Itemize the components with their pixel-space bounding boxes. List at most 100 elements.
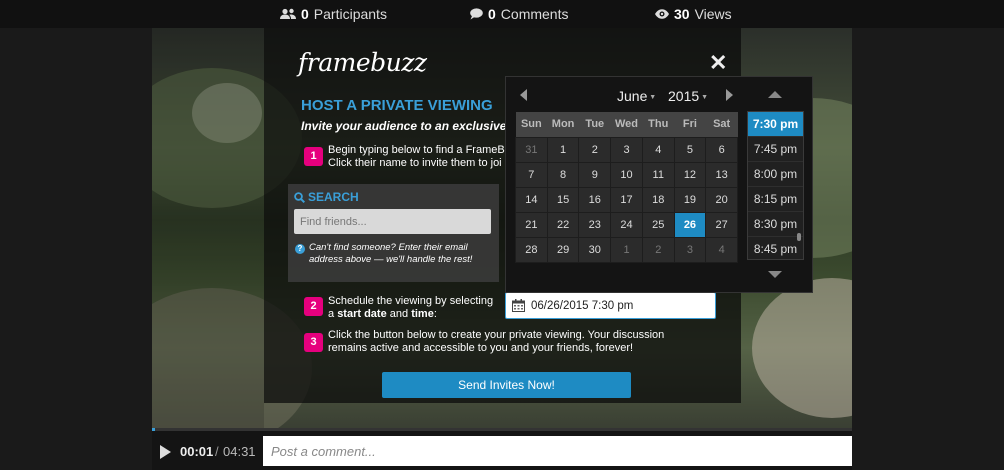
step-3-badge: 3 bbox=[304, 333, 323, 352]
progress-bar[interactable] bbox=[152, 428, 852, 431]
calendar-day[interactable]: 22 bbox=[546, 211, 580, 238]
time-list-scrollbar[interactable] bbox=[797, 233, 801, 241]
calendar-day[interactable]: 14 bbox=[515, 186, 548, 213]
step-2-line-2: a start date and time: bbox=[328, 308, 503, 321]
calendar-day[interactable]: 2 bbox=[578, 136, 612, 163]
calendar-day[interactable]: 30 bbox=[578, 236, 612, 263]
calendar-day[interactable]: 6 bbox=[705, 136, 738, 163]
step-2-prefix: a bbox=[328, 308, 338, 320]
participants-count: 0 bbox=[301, 6, 309, 22]
users-icon bbox=[280, 8, 296, 19]
calendar-day[interactable]: 8 bbox=[546, 161, 580, 188]
time-option[interactable]: 8:15 pm bbox=[748, 187, 803, 212]
close-icon[interactable]: ✕ bbox=[709, 52, 727, 74]
time-option[interactable]: 7:45 pm bbox=[748, 137, 803, 162]
calendar-grid: Sun Mon Tue Wed Thu Fri Sat 31 1 2 3 4 5 6 7 8 9 10 11 12 1… bbox=[515, 112, 738, 263]
calendar-day[interactable]: 13 bbox=[705, 161, 738, 188]
calendar-week: 28 29 30 1 2 3 4 bbox=[515, 236, 738, 263]
calendar-day[interactable]: 9 bbox=[578, 161, 612, 188]
calendar-day[interactable]: 23 bbox=[578, 211, 612, 238]
calendar-day[interactable]: 21 bbox=[515, 211, 548, 238]
top-stats-bar: 0 Participants 0 Comments 30 Views bbox=[0, 0, 1004, 28]
time-separator: / bbox=[215, 444, 219, 459]
calendar-day[interactable]: 15 bbox=[546, 186, 580, 213]
calendar-day[interactable]: 5 bbox=[673, 136, 707, 163]
calendar-day[interactable]: 4 bbox=[641, 136, 675, 163]
calendar-day[interactable]: 20 bbox=[705, 186, 738, 213]
comments-stat: 0 Comments bbox=[470, 6, 568, 22]
step-2-badge: 2 bbox=[304, 297, 323, 316]
calendar-day[interactable]: 31 bbox=[515, 136, 548, 163]
time-option[interactable]: 8:30 pm bbox=[748, 212, 803, 237]
calendar-day[interactable]: 1 bbox=[610, 236, 643, 263]
framebuzz-logo: framebuzz bbox=[298, 48, 427, 77]
modal-intro: Invite your audience to an exclusive, li… bbox=[301, 119, 511, 133]
time-option[interactable]: 8:00 pm bbox=[748, 162, 803, 187]
calendar-day[interactable]: 27 bbox=[705, 211, 738, 238]
time-option[interactable]: 7:30 pm bbox=[748, 112, 803, 137]
eye-icon bbox=[655, 9, 669, 19]
step-3-line-2: remains active and accessible to you and… bbox=[328, 342, 634, 354]
calendar-day[interactable]: 12 bbox=[673, 161, 707, 188]
next-month-icon[interactable] bbox=[726, 89, 733, 101]
date-time-field[interactable]: 06/26/2015 7:30 pm bbox=[505, 292, 716, 319]
progress-fill bbox=[152, 428, 155, 431]
calendar-body: 31 1 2 3 4 5 6 7 8 9 10 11 12 13 14 15 16 17 18 19 20 21 22 23 2… bbox=[515, 136, 738, 263]
month-select[interactable]: June ▼ bbox=[617, 88, 656, 104]
calendar-day[interactable]: 25 bbox=[641, 211, 675, 238]
send-invites-button[interactable]: Send Invites Now! bbox=[382, 372, 631, 398]
calendar-day[interactable]: 17 bbox=[610, 186, 643, 213]
views-count: 30 bbox=[674, 6, 690, 22]
year-select[interactable]: 2015 ▼ bbox=[668, 88, 708, 104]
step-3-line-1: Click the button below to create your pr… bbox=[328, 329, 665, 341]
calendar-day[interactable]: 18 bbox=[641, 186, 675, 213]
calendar-day[interactable]: 29 bbox=[546, 236, 580, 263]
views-label: Views bbox=[694, 6, 732, 22]
weekday-header: Wed bbox=[610, 112, 643, 137]
step-1-line-1: Begin typing below to find a FrameB bbox=[328, 144, 505, 156]
date-time-value: 06/26/2015 7:30 pm bbox=[531, 299, 634, 312]
calendar-day[interactable]: 19 bbox=[673, 186, 707, 213]
year-value: 2015 bbox=[668, 88, 700, 104]
comments-label: Comments bbox=[500, 6, 569, 22]
date-time-picker: June ▼ 2015 ▼ Sun Mon Tue Wed Thu Fri Sat 31 1 2… bbox=[505, 76, 813, 293]
weekday-row: Sun Mon Tue Wed Thu Fri Sat bbox=[515, 112, 738, 137]
time-list: 7:30 pm 7:45 pm 8:00 pm 8:15 pm 8:30 pm 8:45 … bbox=[747, 111, 804, 260]
calendar-day[interactable]: 26 bbox=[673, 211, 707, 238]
search-panel: SEARCH ? Can't find someone? Enter their… bbox=[288, 184, 499, 282]
step-2-suffix: : bbox=[433, 308, 437, 320]
time-option[interactable]: 8:45 pm bbox=[748, 237, 803, 259]
calendar-day[interactable]: 3 bbox=[610, 136, 643, 163]
search-input[interactable] bbox=[294, 209, 491, 234]
calendar-week: 14 15 16 17 18 19 20 bbox=[515, 186, 738, 213]
calendar-day[interactable]: 1 bbox=[546, 136, 580, 163]
month-caret-icon: ▼ bbox=[647, 93, 657, 101]
time-scroll-down-icon[interactable] bbox=[768, 271, 782, 278]
comment-input[interactable] bbox=[263, 436, 852, 466]
time-scroll-up-icon[interactable] bbox=[768, 91, 782, 98]
calendar-week: 31 1 2 3 4 5 6 bbox=[515, 136, 738, 163]
calendar-week: 7 8 9 10 11 12 13 bbox=[515, 161, 738, 188]
calendar-day[interactable]: 24 bbox=[610, 211, 643, 238]
step-2-mid: and bbox=[386, 308, 412, 320]
calendar-day[interactable]: 28 bbox=[515, 236, 548, 263]
calendar-day[interactable]: 7 bbox=[515, 161, 548, 188]
video-frame-figure-right bbox=[752, 278, 852, 418]
calendar-day[interactable]: 3 bbox=[673, 236, 707, 263]
help-icon: ? bbox=[295, 244, 305, 254]
calendar-day[interactable]: 4 bbox=[705, 236, 738, 263]
search-icon bbox=[294, 191, 305, 203]
calendar-day[interactable]: 16 bbox=[578, 186, 612, 213]
step-1-text: Begin typing below to find a FrameB Clic… bbox=[328, 144, 508, 170]
calendar-day[interactable]: 10 bbox=[610, 161, 643, 188]
participants-label: Participants bbox=[313, 6, 387, 22]
play-icon[interactable] bbox=[160, 445, 171, 459]
calendar-week: 21 22 23 24 25 26 27 bbox=[515, 211, 738, 238]
step-2-line-1: Schedule the viewing by selecting bbox=[328, 295, 494, 307]
calendar-day[interactable]: 11 bbox=[641, 161, 675, 188]
calendar-day[interactable]: 2 bbox=[641, 236, 675, 263]
prev-month-icon[interactable] bbox=[520, 89, 527, 101]
calendar-nav: June ▼ 2015 ▼ bbox=[506, 77, 746, 113]
step-2-bold-time: time bbox=[411, 308, 434, 320]
step-1-badge: 1 bbox=[304, 147, 323, 166]
